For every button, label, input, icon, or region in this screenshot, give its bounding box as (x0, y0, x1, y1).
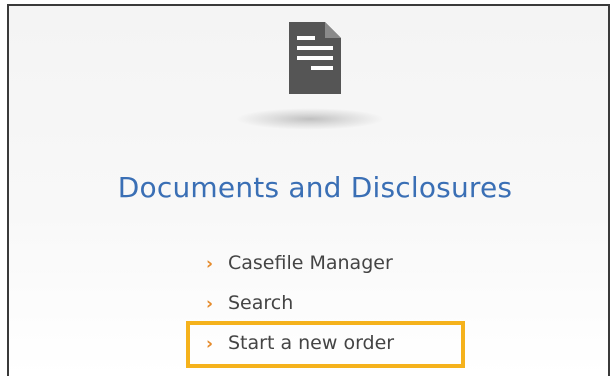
icon-shadow (235, 108, 385, 130)
casefile-manager-link[interactable]: › Casefile Manager (206, 247, 394, 287)
document-icon (289, 22, 341, 94)
link-label: Search (228, 292, 294, 314)
section-title: Documents and Disclosures (117, 171, 513, 204)
chevron-right-icon: › (206, 254, 214, 274)
link-label: Casefile Manager (228, 252, 393, 274)
highlight-box (186, 321, 465, 368)
chevron-right-icon: › (206, 294, 214, 314)
